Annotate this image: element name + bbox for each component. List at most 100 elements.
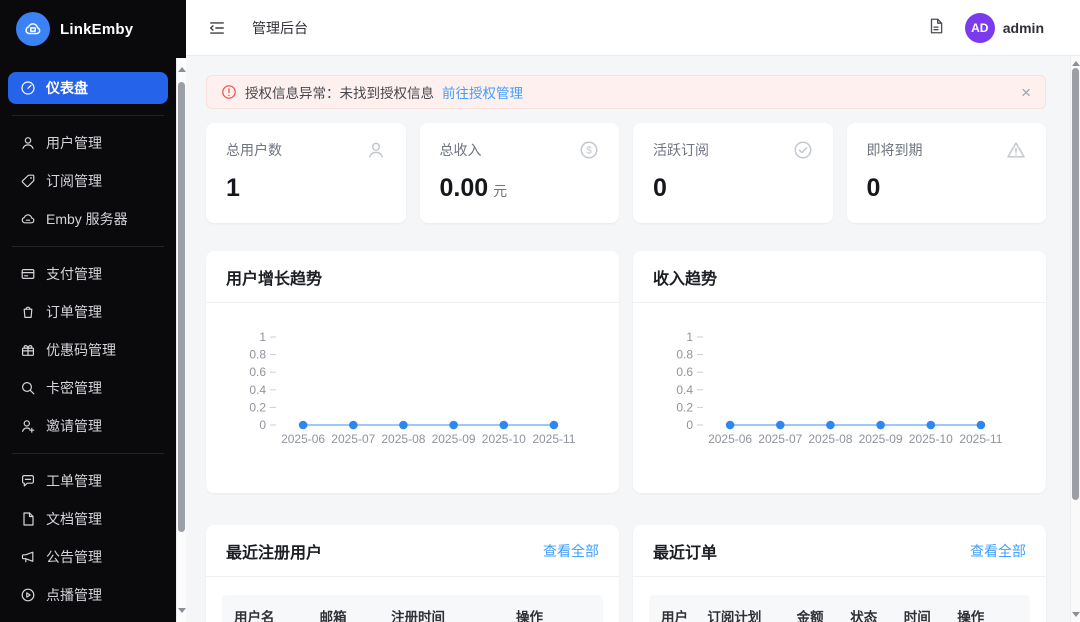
page-scrollbar-thumb[interactable] xyxy=(1072,68,1079,500)
svg-text:1: 1 xyxy=(686,330,693,344)
stat-label: 活跃订阅 xyxy=(653,140,709,160)
sidebar-item-announcements[interactable]: 公告管理 xyxy=(8,541,168,573)
svg-text:2025-06: 2025-06 xyxy=(281,432,325,446)
sidebar-scrollbar[interactable] xyxy=(176,58,186,622)
table-header-row: 用户名邮箱注册时间操作 xyxy=(222,595,603,622)
license-alert: 授权信息异常：未找到授权信息 前往授权管理 × xyxy=(206,75,1046,109)
table-title: 最近订单 xyxy=(653,539,717,563)
tag-icon xyxy=(20,173,36,189)
sidebar-item-label: 仪表盘 xyxy=(46,78,88,98)
svg-text:2025-06: 2025-06 xyxy=(708,432,752,446)
sidebar-scrollbar-thumb[interactable] xyxy=(178,82,185,532)
goto-license-link[interactable]: 前往授权管理 xyxy=(442,82,523,102)
sidebar-item-label: 邀请管理 xyxy=(46,416,102,436)
page-scrollbar[interactable] xyxy=(1070,56,1080,622)
svg-text:2025-11: 2025-11 xyxy=(959,432,1002,446)
check-circle-icon xyxy=(793,140,813,165)
order-bag-icon xyxy=(20,304,36,320)
sidebar-item-subscriptions[interactable]: 订阅管理 xyxy=(8,165,168,197)
svg-text:0: 0 xyxy=(259,418,266,432)
sidebar-item-users[interactable]: 用户管理 xyxy=(8,127,168,159)
magnifier-icon xyxy=(20,380,36,396)
sidebar-item-tickets[interactable]: 工单管理 xyxy=(8,465,168,497)
sidebar-item-label: 公告管理 xyxy=(46,547,102,567)
alert-message: 授权信息异常：未找到授权信息 xyxy=(245,82,434,102)
dashboard-icon xyxy=(20,80,36,96)
sidebar-item-card-keys[interactable]: 卡密管理 xyxy=(8,372,168,404)
content: 授权信息异常：未找到授权信息 前往授权管理 × 总用户数1总收入$0.00元活跃… xyxy=(186,56,1080,622)
scroll-down-arrow-icon[interactable] xyxy=(1072,612,1080,617)
svg-text:0.6: 0.6 xyxy=(676,365,693,379)
chart-title: 用户增长趋势 xyxy=(226,265,322,289)
payment-icon xyxy=(20,266,36,282)
document-icon[interactable] xyxy=(927,17,949,39)
sidebar-item-dashboard[interactable]: 仪表盘 xyxy=(8,72,168,104)
svg-text:0.4: 0.4 xyxy=(249,383,266,397)
alert-close-icon[interactable]: × xyxy=(1021,84,1031,101)
sidebar-item-invites[interactable]: 邀请管理 xyxy=(8,410,168,442)
svg-text:2025-08: 2025-08 xyxy=(808,432,852,446)
nav-divider xyxy=(12,246,164,247)
column-header: 用户 xyxy=(661,606,707,622)
stat-label: 总用户数 xyxy=(226,140,282,160)
sidebar-item-label: Emby 服务器 xyxy=(46,209,128,229)
scroll-down-arrow-icon[interactable] xyxy=(178,608,186,613)
column-header: 用户名 xyxy=(234,606,320,622)
svg-text:0.4: 0.4 xyxy=(676,383,693,397)
stat-unit: 元 xyxy=(493,181,507,201)
svg-text:0.8: 0.8 xyxy=(249,348,266,362)
sidebar-item-label: 卡密管理 xyxy=(46,378,102,398)
chart-title: 收入趋势 xyxy=(653,265,717,289)
sidebar-item-label: 支付管理 xyxy=(46,264,102,284)
table-card-recent-orders: 最近订单查看全部用户订阅计划金额状态时间操作 xyxy=(633,525,1046,622)
column-header: 操作 xyxy=(516,606,591,622)
column-header: 操作 xyxy=(957,606,1018,622)
view-all-link[interactable]: 查看全部 xyxy=(970,541,1026,561)
table-title: 最近注册用户 xyxy=(226,539,322,563)
svg-text:0.2: 0.2 xyxy=(676,400,693,414)
sidebar-nav: 仪表盘用户管理订阅管理 Emby 服务器支付管理订单管理优惠码管理卡密管理邀请管理… xyxy=(0,58,176,622)
sidebar-item-orders[interactable]: 订单管理 xyxy=(8,296,168,328)
sidebar-item-coupons[interactable]: 优惠码管理 xyxy=(8,334,168,366)
column-header: 时间 xyxy=(904,606,958,622)
avatar[interactable]: AD xyxy=(965,13,995,43)
charts-row: 用户增长趋势 1 0.8 0.6 0.4 0.2 0 2025-06 2025-07 2025-0… xyxy=(206,251,1046,493)
svg-text:2025-08: 2025-08 xyxy=(381,432,425,446)
svg-text:2025-07: 2025-07 xyxy=(758,432,802,446)
sidebar-item-emby-servers[interactable]: Emby 服务器 xyxy=(8,203,168,235)
svg-text:0.6: 0.6 xyxy=(249,365,266,379)
column-header: 状态 xyxy=(850,606,904,622)
sidebar-item-documents[interactable]: 文档管理 xyxy=(8,503,168,535)
user-menu[interactable]: AD admin xyxy=(965,13,1044,43)
error-circle-icon xyxy=(221,84,237,100)
nav-divider xyxy=(12,115,164,116)
admin-dashboard-page: LinkEmby 仪表盘用户管理订阅管理 Emby 服务器支付管理订单管理优惠码管… xyxy=(0,0,1080,622)
view-all-link[interactable]: 查看全部 xyxy=(543,541,599,561)
scroll-up-arrow-icon[interactable] xyxy=(178,67,186,72)
svg-text:2025-09: 2025-09 xyxy=(859,432,903,446)
nav-divider xyxy=(12,453,164,454)
gift-icon xyxy=(20,342,36,358)
user-growth-chart: 用户增长趋势10.80.60.40.202025-062025-072025-0… xyxy=(206,251,619,493)
play-circle-icon xyxy=(20,587,36,603)
stat-label: 即将到期 xyxy=(867,140,923,160)
scroll-up-arrow-icon[interactable] xyxy=(1072,61,1080,66)
sidebar-item-label: 优惠码管理 xyxy=(46,340,116,360)
topbar: 管理后台 AD admin xyxy=(186,0,1080,56)
svg-text:$: $ xyxy=(586,145,592,156)
sidebar-fold-icon[interactable] xyxy=(208,17,230,39)
column-header: 注册时间 xyxy=(391,606,516,622)
column-header: 邮箱 xyxy=(320,606,391,622)
megaphone-icon xyxy=(20,549,36,565)
cloud-server-icon xyxy=(20,211,36,227)
svg-text:0.8: 0.8 xyxy=(676,348,693,362)
sidebar-item-payments[interactable]: 支付管理 xyxy=(8,258,168,290)
sidebar-item-label: 点播管理 xyxy=(46,585,102,605)
sidebar-item-vod[interactable]: 点播管理 xyxy=(8,579,168,611)
logo-text: LinkEmby xyxy=(60,21,133,38)
svg-text:0.2: 0.2 xyxy=(249,400,266,414)
sidebar: LinkEmby 仪表盘用户管理订阅管理 Emby 服务器支付管理订单管理优惠码管… xyxy=(0,0,186,622)
svg-text:2025-09: 2025-09 xyxy=(432,432,476,446)
stat-card-total-users: 总用户数1 xyxy=(206,123,406,223)
chat-bubble-icon xyxy=(20,473,36,489)
